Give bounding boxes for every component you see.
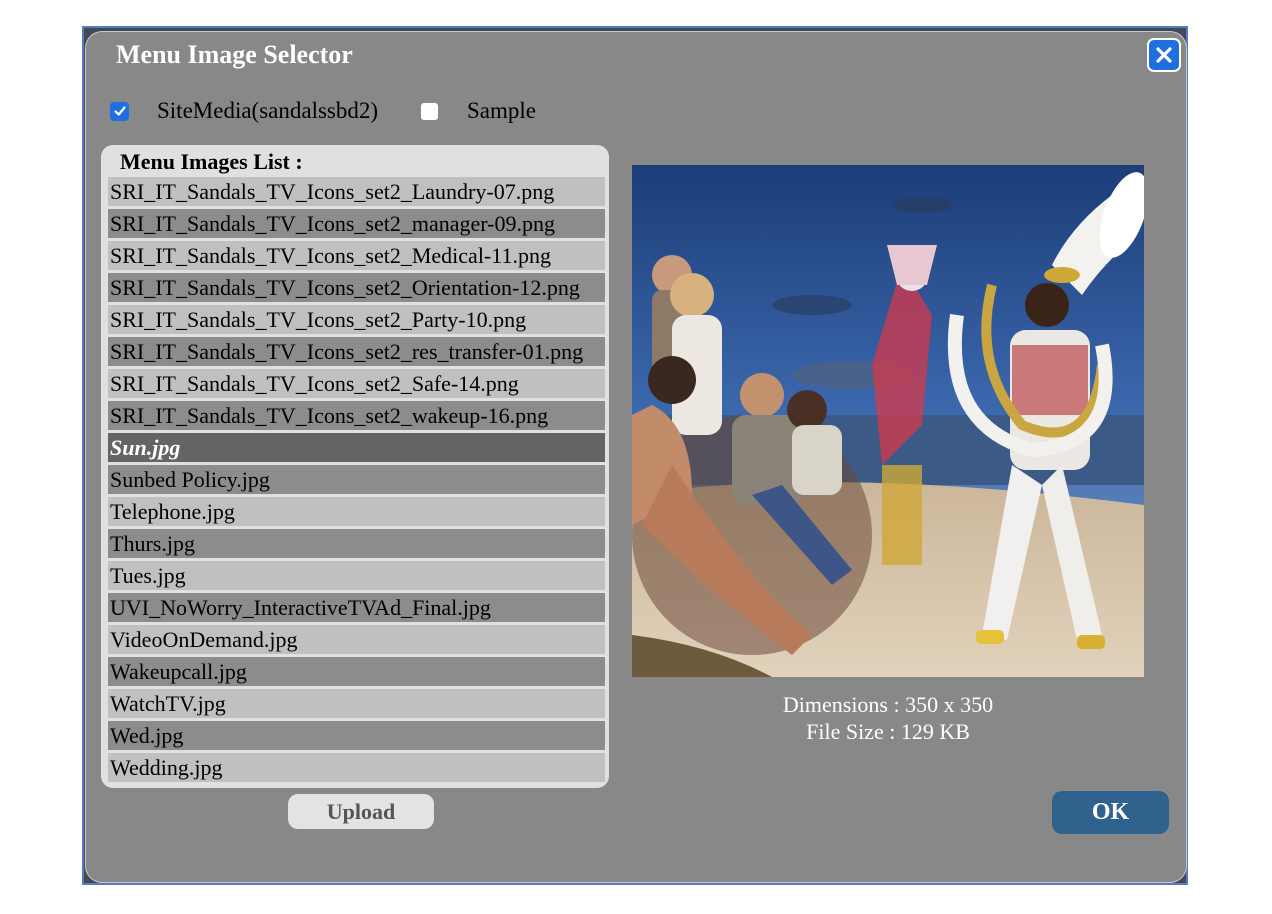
file-list-item[interactable]: Sunbed Policy.jpg bbox=[108, 465, 605, 494]
file-list-item[interactable]: Tues.jpg bbox=[108, 561, 605, 590]
file-list: SRI_IT_Sandals_TV_Icons_set2_Laundry-07.… bbox=[108, 177, 605, 782]
image-preview bbox=[632, 165, 1144, 677]
list-header: Menu Images List : bbox=[120, 149, 303, 174]
sitemedia-label: SiteMedia(sandalssbd2) bbox=[157, 98, 379, 123]
sample-checkbox[interactable] bbox=[420, 101, 440, 121]
file-list-item[interactable]: Wed.jpg bbox=[108, 721, 605, 750]
upload-button[interactable]: Upload bbox=[288, 794, 434, 829]
sample-label: Sample bbox=[467, 98, 537, 123]
file-list-item[interactable]: Wedding.jpg bbox=[108, 753, 605, 782]
file-list-item[interactable]: Thurs.jpg bbox=[108, 529, 605, 558]
image-dimensions: Dimensions : 350 x 350 bbox=[782, 692, 994, 717]
file-list-item[interactable]: SRI_IT_Sandals_TV_Icons_set2_Orientation… bbox=[108, 273, 605, 302]
file-list-item[interactable]: SRI_IT_Sandals_TV_Icons_set2_Laundry-07.… bbox=[108, 177, 605, 206]
image-file-size: File Size : 129 KB bbox=[806, 719, 970, 744]
file-list-item[interactable]: WatchTV.jpg bbox=[108, 689, 605, 718]
ok-button[interactable]: OK bbox=[1052, 791, 1169, 834]
file-list-item[interactable]: SRI_IT_Sandals_TV_Icons_set2_res_transfe… bbox=[108, 337, 605, 366]
dialog-title: Menu Image Selector bbox=[116, 40, 353, 69]
file-list-item[interactable]: Sun.jpg bbox=[108, 433, 605, 462]
file-list-item[interactable]: Wakeupcall.jpg bbox=[108, 657, 605, 686]
file-list-item[interactable]: SRI_IT_Sandals_TV_Icons_set2_Safe-14.png bbox=[108, 369, 605, 398]
file-list-item[interactable]: SRI_IT_Sandals_TV_Icons_set2_manager-09.… bbox=[108, 209, 605, 238]
background-text bbox=[314, 902, 464, 914]
file-list-item[interactable]: VideoOnDemand.jpg bbox=[108, 625, 605, 654]
file-list-item[interactable]: Telephone.jpg bbox=[108, 497, 605, 526]
file-list-item[interactable]: SRI_IT_Sandals_TV_Icons_set2_Party-10.pn… bbox=[108, 305, 605, 334]
file-list-item[interactable]: SRI_IT_Sandals_TV_Icons_set2_wakeup-16.p… bbox=[108, 401, 605, 430]
menu-image-selector-dialog: Menu Image Selector SiteMedia(sandalssbd… bbox=[86, 32, 1186, 882]
file-list-item[interactable]: SRI_IT_Sandals_TV_Icons_set2_Medical-11.… bbox=[108, 241, 605, 270]
close-icon bbox=[1156, 47, 1172, 63]
close-button[interactable] bbox=[1147, 38, 1181, 72]
menu-images-list-panel: Menu Images List : SRI_IT_Sandals_TV_Ico… bbox=[101, 145, 609, 788]
file-list-item[interactable]: UVI_NoWorry_InteractiveTVAd_Final.jpg bbox=[108, 593, 605, 622]
checkmark-icon bbox=[113, 106, 126, 116]
beach-party-photo bbox=[632, 165, 1144, 677]
sitemedia-checkbox[interactable] bbox=[110, 101, 129, 121]
source-selector: SiteMedia(sandalssbd2) Sample bbox=[110, 98, 578, 124]
